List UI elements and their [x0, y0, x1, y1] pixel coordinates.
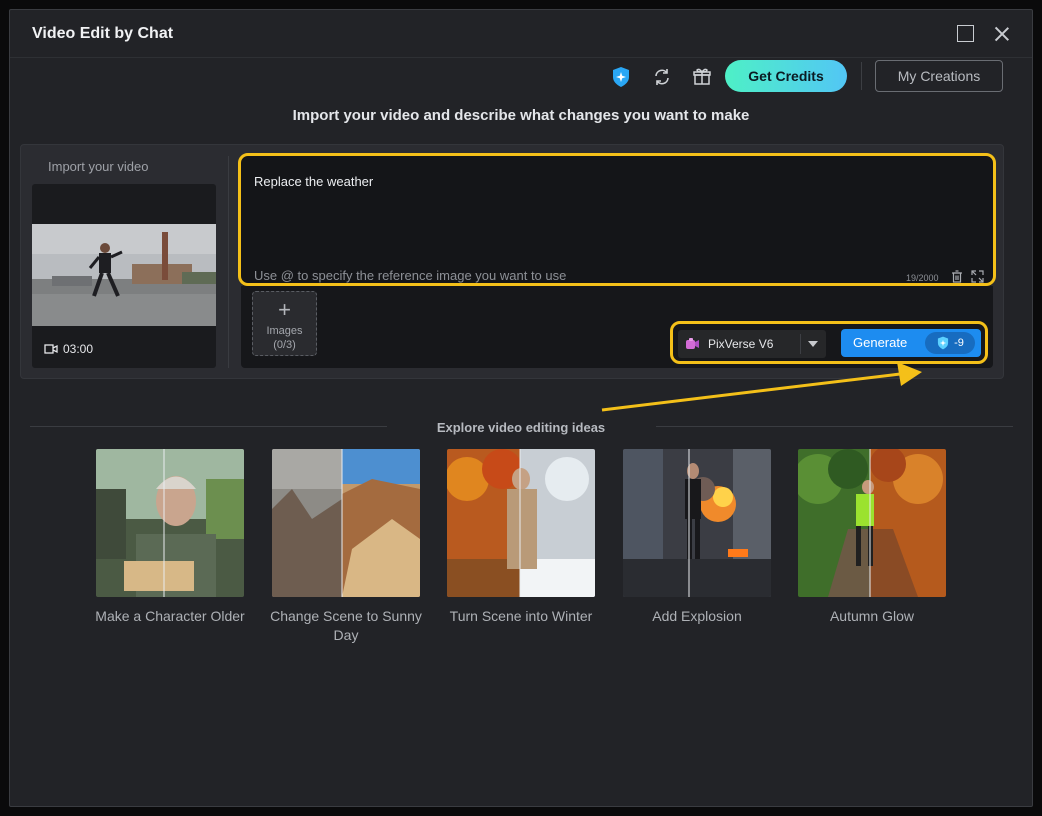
- refresh-icon[interactable]: [651, 66, 673, 88]
- idea-label: Autumn Glow: [829, 608, 915, 624]
- model-dropdown[interactable]: PixVerse V6: [678, 330, 826, 358]
- pixverse-logo-icon: [686, 338, 699, 349]
- model-name: PixVerse V6: [708, 337, 774, 351]
- prompt-hint: Use @ to specify the reference image you…: [254, 268, 567, 283]
- get-credits-button[interactable]: Get Credits: [725, 60, 847, 92]
- maximize-icon[interactable]: [956, 24, 976, 44]
- dropdown-divider: [800, 334, 801, 354]
- expand-icon[interactable]: [971, 270, 984, 283]
- images-label: Images: [266, 325, 303, 337]
- idea-label: Change Scene to Sunny Day: [270, 608, 422, 643]
- video-edit-window: Video Edit by Chat: [9, 9, 1033, 807]
- credit-cost-badge: -9: [925, 332, 975, 354]
- idea-thumbnail-autumn: [798, 449, 946, 597]
- imported-video-card[interactable]: 03:00: [32, 184, 216, 368]
- idea-card-explosion[interactable]: Add Explosion: [623, 449, 771, 626]
- prompt-value[interactable]: Replace the weather: [254, 174, 373, 189]
- gift-icon[interactable]: [691, 66, 713, 88]
- close-icon[interactable]: [992, 24, 1012, 44]
- plus-icon: +: [278, 297, 291, 322]
- import-video-label: Import your video: [48, 159, 149, 174]
- duration-text: 03:00: [63, 342, 94, 356]
- page-headline: Import your video and describe what chan…: [292, 107, 750, 124]
- video-thumbnail: [32, 224, 216, 326]
- video-camera-icon: [44, 344, 58, 354]
- idea-thumbnail-older: [96, 449, 244, 597]
- toolbar-divider: [861, 62, 862, 90]
- idea-thumbnail-sunny: [272, 449, 420, 597]
- idea-label: Add Explosion: [652, 608, 742, 624]
- title-bar: Video Edit by Chat: [10, 10, 1032, 58]
- window-title: Video Edit by Chat: [32, 25, 174, 42]
- credit-badge-icon[interactable]: [610, 66, 632, 88]
- video-duration: 03:00: [44, 342, 93, 356]
- generate-label: Generate: [853, 335, 908, 350]
- my-creations-button[interactable]: My Creations: [875, 60, 1003, 92]
- panel-divider: [228, 156, 229, 368]
- trash-icon[interactable]: [951, 270, 963, 283]
- idea-thumbnail-explosion: [623, 449, 771, 597]
- idea-card-autumn[interactable]: Autumn Glow: [798, 449, 946, 626]
- chevron-down-icon[interactable]: [808, 341, 818, 347]
- character-counter: 19/2000: [906, 273, 939, 283]
- add-images-button[interactable]: + Images (0/3): [252, 291, 317, 356]
- idea-card-sunny[interactable]: Change Scene to Sunny Day: [270, 449, 422, 645]
- prompt-input[interactable]: Replace the weather Use @ to specify the…: [241, 156, 993, 286]
- idea-label: Turn Scene into Winter: [449, 608, 593, 624]
- explore-title: Explore video editing ideas: [436, 420, 606, 435]
- credit-cost: -9: [954, 337, 964, 349]
- idea-card-winter[interactable]: Turn Scene into Winter: [447, 449, 595, 626]
- images-count: (0/3): [273, 339, 296, 351]
- idea-thumbnail-winter: [447, 449, 595, 597]
- generate-button[interactable]: Generate -9: [841, 329, 981, 357]
- idea-card-older[interactable]: Make a Character Older: [95, 449, 245, 626]
- idea-label: Make a Character Older: [95, 608, 245, 624]
- credit-icon: [938, 336, 949, 350]
